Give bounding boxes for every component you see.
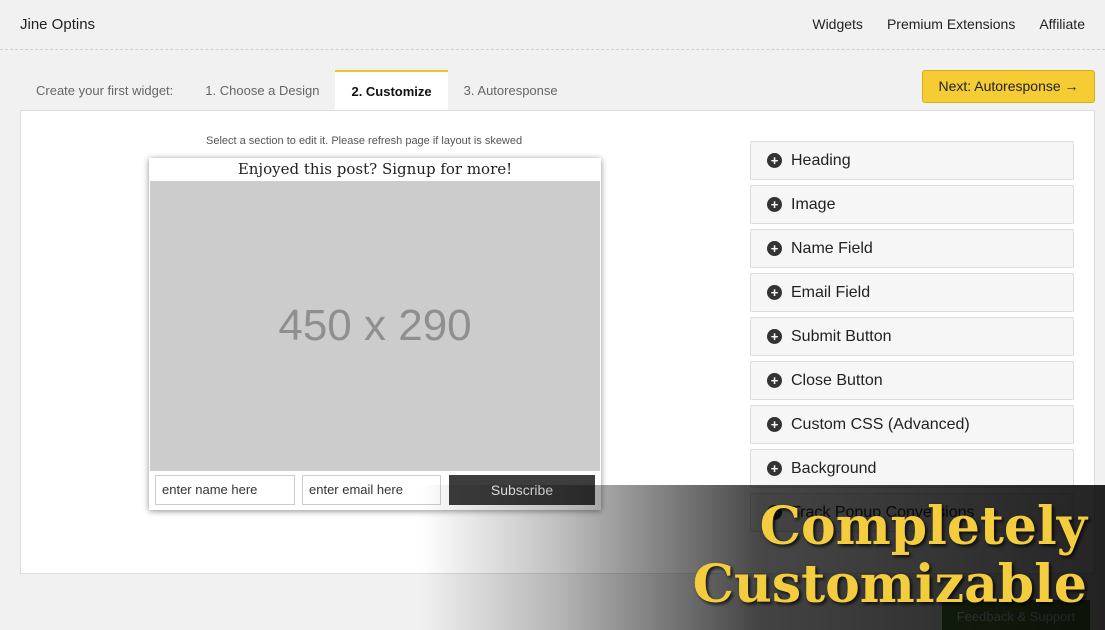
section-list: + Heading + Image + Name Field + Email F… [750,141,1074,537]
section-label: Heading [791,151,851,169]
plus-circle-icon: + [767,329,782,344]
top-nav: Widgets Premium Extensions Affiliate [812,16,1085,32]
wizard-lead-label: Create your first widget: [36,83,174,98]
widget-heading[interactable]: Enjoyed this post? Signup for more! [149,158,601,180]
section-image[interactable]: + Image [750,185,1074,224]
plus-circle-icon: + [767,241,782,256]
widget-image-placeholder[interactable]: 450 x 290 [150,181,600,471]
plus-circle-icon: + [767,197,782,212]
section-heading[interactable]: + Heading [750,141,1074,180]
plus-circle-icon: + [767,461,782,476]
section-label: Background [791,459,877,477]
section-label: Email Field [791,283,871,301]
nav-premium-extensions[interactable]: Premium Extensions [887,16,1015,32]
section-label: Track Popup Conversions [791,503,975,521]
section-label: Image [791,195,836,213]
tab-customize[interactable]: 2. Customize [335,70,448,111]
section-label: Name Field [791,239,873,257]
section-name-field[interactable]: + Name Field [750,229,1074,268]
section-label: Submit Button [791,327,892,345]
section-custom-css[interactable]: + Custom CSS (Advanced) [750,405,1074,444]
widget-name-field[interactable]: enter name here [155,475,295,505]
nav-widgets[interactable]: Widgets [812,16,863,32]
feedback-support-button[interactable]: Feedback & Support [942,600,1090,630]
next-autoresponse-button[interactable]: Next: Autoresponse → [922,70,1095,103]
plus-circle-icon: + [767,153,782,168]
widget-subscribe-button[interactable]: Subscribe [449,475,595,505]
top-bar: Jine Optins Widgets Premium Extensions A… [0,0,1105,50]
section-submit-button[interactable]: + Submit Button [750,317,1074,356]
wizard-tabs: Create your first widget: 1. Choose a De… [20,70,574,111]
widget-email-field[interactable]: enter email here [302,475,441,505]
editor-hint: Select a section to edit it. Please refr… [206,135,523,147]
plus-circle-icon: + [767,417,782,432]
section-label: Custom CSS (Advanced) [791,415,970,433]
section-track-popup-conversions[interactable]: + Track Popup Conversions [750,493,1074,532]
plus-circle-icon: + [767,285,782,300]
app-brand[interactable]: Jine Optins [20,16,95,33]
widget-preview: Enjoyed this post? Signup for more! 450 … [149,158,601,510]
plus-circle-icon: + [767,373,782,388]
widget-image-size-label: 450 x 290 [278,301,472,350]
plus-circle-icon: + [767,505,782,520]
section-close-button[interactable]: + Close Button [750,361,1074,400]
nav-affiliate[interactable]: Affiliate [1039,16,1085,32]
tab-choose-design[interactable]: 1. Choose a Design [189,71,335,111]
section-email-field[interactable]: + Email Field [750,273,1074,312]
section-label: Close Button [791,371,883,389]
section-background[interactable]: + Background [750,449,1074,488]
tab-autoresponse[interactable]: 3. Autoresponse [448,71,574,111]
